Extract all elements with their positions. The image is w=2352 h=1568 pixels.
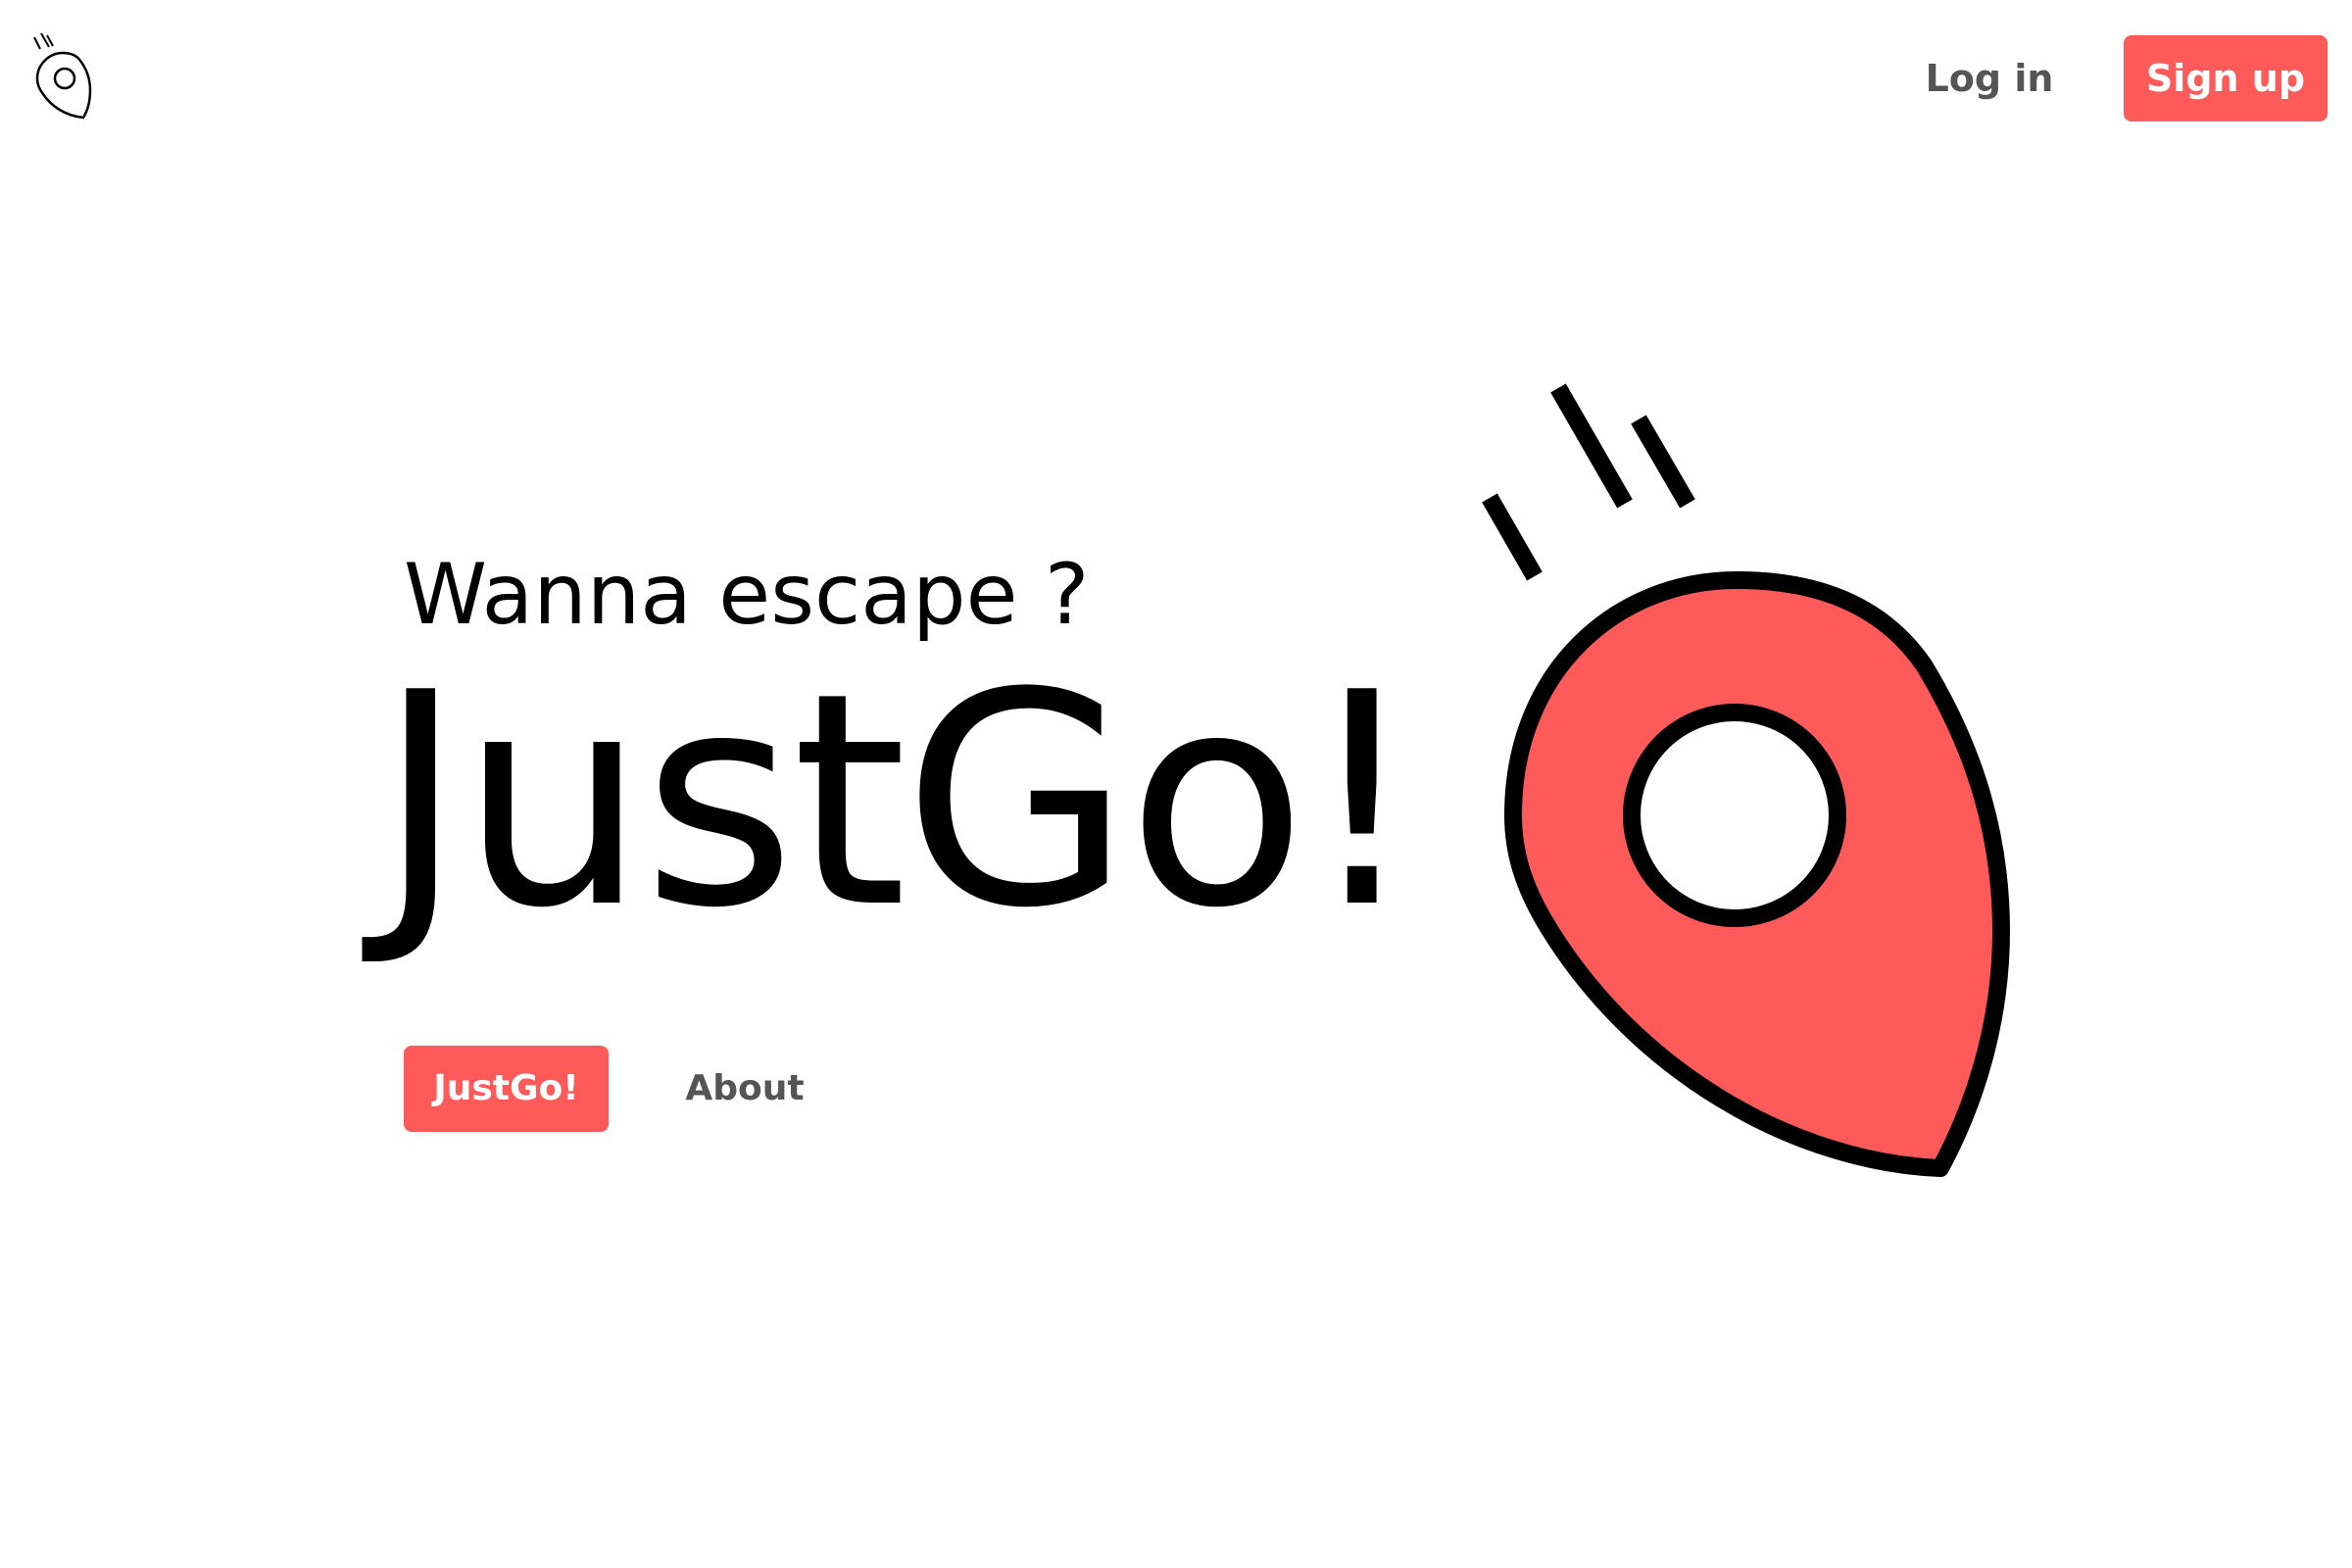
logo-icon[interactable] <box>29 29 98 122</box>
hero-tagline: Wanna escape ? <box>404 546 1090 644</box>
hero-brand-title: JustGo! <box>377 630 1421 972</box>
justgo-button[interactable]: JustGo! <box>404 1046 609 1132</box>
login-link[interactable]: Log in <box>1921 47 2058 110</box>
about-link[interactable]: About <box>666 1055 823 1122</box>
landing-page: Log in Sign up Wanna escape ? JustGo! Ju… <box>0 0 2352 1568</box>
signup-button[interactable]: Sign up <box>2124 35 2328 122</box>
map-pin-icon <box>1431 372 2117 1196</box>
